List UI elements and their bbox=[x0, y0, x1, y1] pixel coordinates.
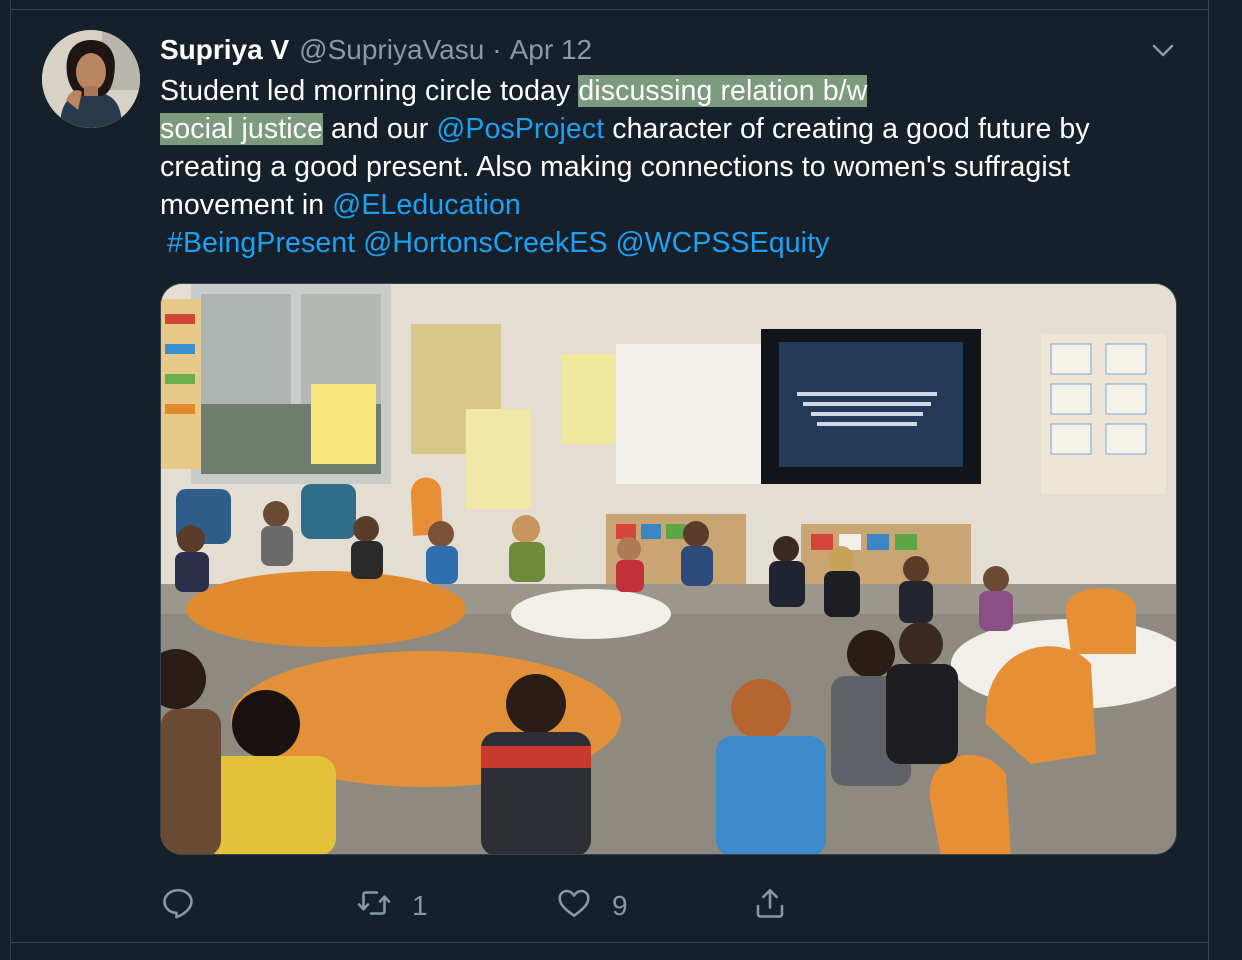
tweet-text-part: and our bbox=[322, 113, 437, 145]
tweet-divider-top bbox=[10, 9, 1209, 10]
tweet-text-part: Student led morning circle today bbox=[160, 75, 579, 107]
retweet-button[interactable]: 1 bbox=[356, 884, 428, 928]
separator-dot: · bbox=[492, 34, 502, 65]
like-count: 9 bbox=[612, 890, 628, 921]
mention-link[interactable]: @ELeducation bbox=[332, 189, 521, 221]
share-button[interactable] bbox=[752, 884, 788, 928]
tweet-divider-bottom bbox=[10, 942, 1209, 943]
tweet-tags-line: #BeingPresent @HortonsCreekES @WCPSSEqui… bbox=[160, 224, 1170, 262]
tweet-photo[interactable] bbox=[160, 283, 1177, 855]
tweet-text: Student led morning circle today discuss… bbox=[160, 72, 1170, 262]
mention-link[interactable]: @WCPSSEquity bbox=[616, 227, 830, 259]
classroom-photo bbox=[161, 284, 1176, 854]
mention-link[interactable]: @HortonsCreekES bbox=[363, 227, 607, 259]
chevron-down-icon[interactable] bbox=[1148, 36, 1178, 66]
author-handle[interactable]: @SupriyaVasu bbox=[299, 34, 484, 66]
reply-button[interactable] bbox=[160, 884, 216, 928]
author-name[interactable]: Supriya V bbox=[160, 34, 289, 66]
highlighted-text: social justice bbox=[160, 113, 323, 145]
timeline-border-left bbox=[10, 0, 11, 960]
highlighted-text: discussing relation b/w bbox=[578, 75, 868, 107]
hashtag-link[interactable]: #BeingPresent bbox=[167, 227, 355, 259]
tweet-date[interactable]: Apr 12 bbox=[510, 34, 593, 66]
avatar[interactable] bbox=[42, 30, 140, 128]
avatar-image bbox=[42, 30, 140, 128]
like-icon bbox=[556, 885, 592, 928]
like-button[interactable]: 9 bbox=[556, 884, 628, 928]
tweet-header: Supriya V @SupriyaVasu · Apr 12 bbox=[160, 32, 592, 68]
tweet-actions: 1 9 bbox=[160, 884, 1060, 928]
timeline-border-right bbox=[1208, 0, 1209, 960]
reply-icon bbox=[160, 885, 196, 928]
retweet-count: 1 bbox=[412, 890, 428, 921]
share-icon bbox=[752, 885, 788, 928]
retweet-icon bbox=[356, 885, 392, 928]
mention-link[interactable]: @PosProject bbox=[436, 113, 604, 145]
